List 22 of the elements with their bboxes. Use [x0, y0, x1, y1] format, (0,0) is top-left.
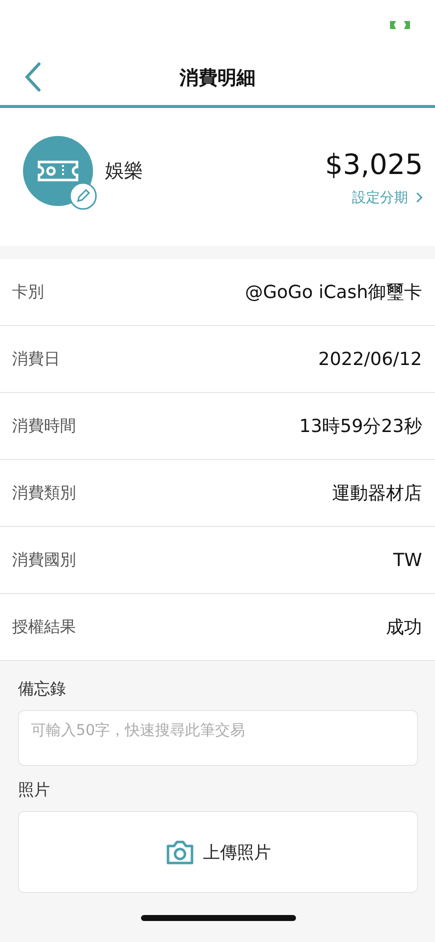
- detail-value: 2022/06/12: [318, 348, 422, 370]
- memo-field[interactable]: 可輸入50字，快速搜尋此筆交易: [18, 710, 418, 766]
- detail-value: @GoGo iCash御璽卡: [244, 281, 422, 304]
- category-label: 娛樂: [105, 159, 143, 184]
- photo-label: 照片: [18, 780, 51, 801]
- detail-label: 消費時間: [12, 416, 76, 436]
- amount: $3,025: [325, 148, 423, 180]
- upload-photo-button[interactable]: 上傳照片: [18, 811, 418, 893]
- detail-value: 運動器材店: [332, 482, 422, 505]
- detail-label: 消費國別: [12, 550, 76, 570]
- camera-icon: [165, 838, 195, 866]
- detail-label: 消費類別: [12, 482, 76, 504]
- page-title: 消費明細: [180, 66, 256, 90]
- detail-value: 13時59分23秒: [299, 415, 422, 438]
- edit-icon[interactable]: [69, 182, 97, 210]
- detail-value: 成功: [386, 616, 422, 639]
- detail-label: 授權結果: [12, 616, 76, 638]
- chevron-right-icon: [416, 192, 423, 203]
- detail-label: 消費日: [12, 348, 60, 370]
- detail-label: 卡別: [12, 282, 44, 302]
- detail-value: TW: [393, 550, 422, 570]
- memo-label: 備忘錄: [18, 679, 67, 700]
